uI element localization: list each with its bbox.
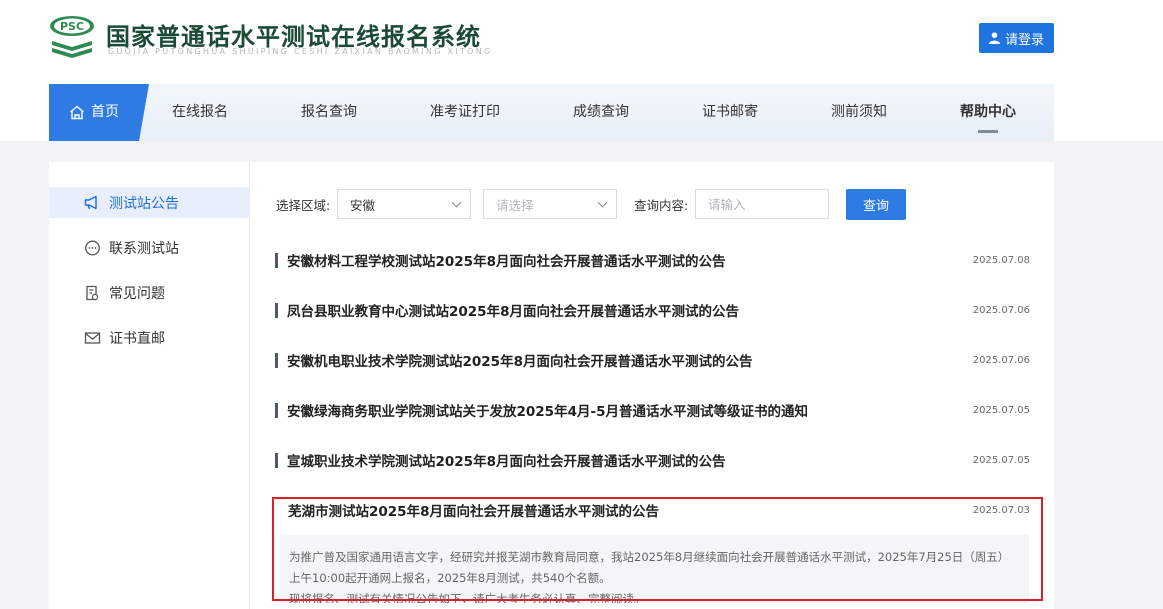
nav-item-admission-ticket[interactable]: 准考证打印 [425,84,505,141]
news-date: 2025.07.06 [972,354,1030,366]
region-select[interactable]: 安徽 [337,189,471,219]
sidebar-item-faq[interactable]: 常见问题 [49,277,250,308]
sidebar: 测试站公告 联系测试站 常见问题 证书直邮 [49,162,250,609]
main-content: 测试站公告 联系测试站 常见问题 证书直邮 选择区域: 安徽 请选择 查询内容:… [49,162,1054,609]
highlight-box [272,497,1043,601]
nav-active-indicator [978,130,998,133]
question-doc-icon [86,285,99,300]
second-select-placeholder: 请选择 [496,197,534,213]
query-button[interactable]: 查询 [846,189,906,220]
home-icon [70,105,84,120]
news-date: 2025.07.08 [972,254,1030,266]
header: PSC 国家普通话水平测试在线报名系统 GUOJIA PUTONGHUA SHU… [0,0,1163,141]
news-date: 2025.07.05 [972,454,1030,466]
sidebar-label-contact: 联系测试站 [109,240,179,257]
user-icon [988,32,1000,44]
news-item[interactable]: 安徽材料工程学校测试站2025年8月面向社会开展普通话水平测试的公告 2025.… [275,249,1030,271]
region-select-value: 安徽 [350,197,376,213]
news-item[interactable]: 安徽机电职业技术学院测试站2025年8月面向社会开展普通话水平测试的公告 202… [275,349,1030,371]
nav-label-home: 首页 [91,104,119,120]
news-marker [275,252,278,268]
second-select[interactable]: 请选择 [483,189,617,219]
news-title: 安徽机电职业技术学院测试站2025年8月面向社会开展普通话水平测试的公告 [287,354,753,370]
sidebar-label-faq: 常见问题 [109,285,165,302]
megaphone-icon [84,195,97,210]
nav-item-help-center[interactable]: 帮助中心 [955,84,1021,141]
sidebar-label-announcements: 测试站公告 [109,195,179,212]
mail-icon [84,331,101,344]
nav-item-certificate-mail[interactable]: 证书邮寄 [697,84,763,141]
sidebar-item-contact[interactable]: 联系测试站 [49,232,250,263]
query-label: 查询内容: [634,197,689,213]
nav-item-online-register[interactable]: 在线报名 [167,84,233,141]
news-marker [275,402,278,418]
nav-item-score-query[interactable]: 成绩查询 [568,84,634,141]
nav-label-help: 帮助中心 [960,104,1016,120]
news-title: 安徽材料工程学校测试站2025年8月面向社会开展普通话水平测试的公告 [287,254,726,270]
news-marker [275,352,278,368]
news-date: 2025.07.05 [972,404,1030,416]
query-input[interactable] [695,189,829,219]
site-subtitle: GUOJIA PUTONGHUA SHUIPING CESHI ZAIXIAN … [108,47,493,56]
chat-icon [85,240,100,255]
news-marker [275,302,278,318]
news-item[interactable]: 宣城职业技术学院测试站2025年8月面向社会开展普通话水平测试的公告 2025.… [275,449,1030,471]
nav-item-pretest-notice[interactable]: 测前须知 [826,84,892,141]
news-title: 凤台县职业教育中心测试站2025年8月面向社会开展普通话水平测试的公告 [287,304,739,320]
psc-logo: PSC [50,16,94,58]
sidebar-label-cert-mail: 证书直邮 [109,330,165,347]
chevron-down-icon [597,197,608,208]
logo-text: PSC [60,20,84,33]
news-title: 安徽绿海商务职业学院测试站关于发放2025年4月-5月普通话水平测试等级证书的通… [287,404,808,420]
sidebar-item-announcements[interactable]: 测试站公告 [49,187,250,218]
main-nav: 首页 在线报名 报名查询 准考证打印 成绩查询 证书邮寄 测前须知 帮助中心 [49,84,1054,141]
region-label: 选择区域: [276,197,331,213]
news-title: 宣城职业技术学院测试站2025年8月面向社会开展普通话水平测试的公告 [287,454,726,470]
news-marker [275,452,278,468]
login-button[interactable]: 请登录 [979,23,1054,53]
nav-item-home[interactable]: 首页 [49,84,149,141]
news-item[interactable]: 凤台县职业教育中心测试站2025年8月面向社会开展普通话水平测试的公告 2025… [275,299,1030,321]
news-item[interactable]: 安徽绿海商务职业学院测试站关于发放2025年4月-5月普通话水平测试等级证书的通… [275,399,1030,421]
sidebar-item-cert-mail[interactable]: 证书直邮 [49,322,250,353]
login-label: 请登录 [1004,32,1044,48]
chevron-down-icon [451,197,462,208]
news-date: 2025.07.06 [972,304,1030,316]
nav-item-register-query[interactable]: 报名查询 [296,84,362,141]
